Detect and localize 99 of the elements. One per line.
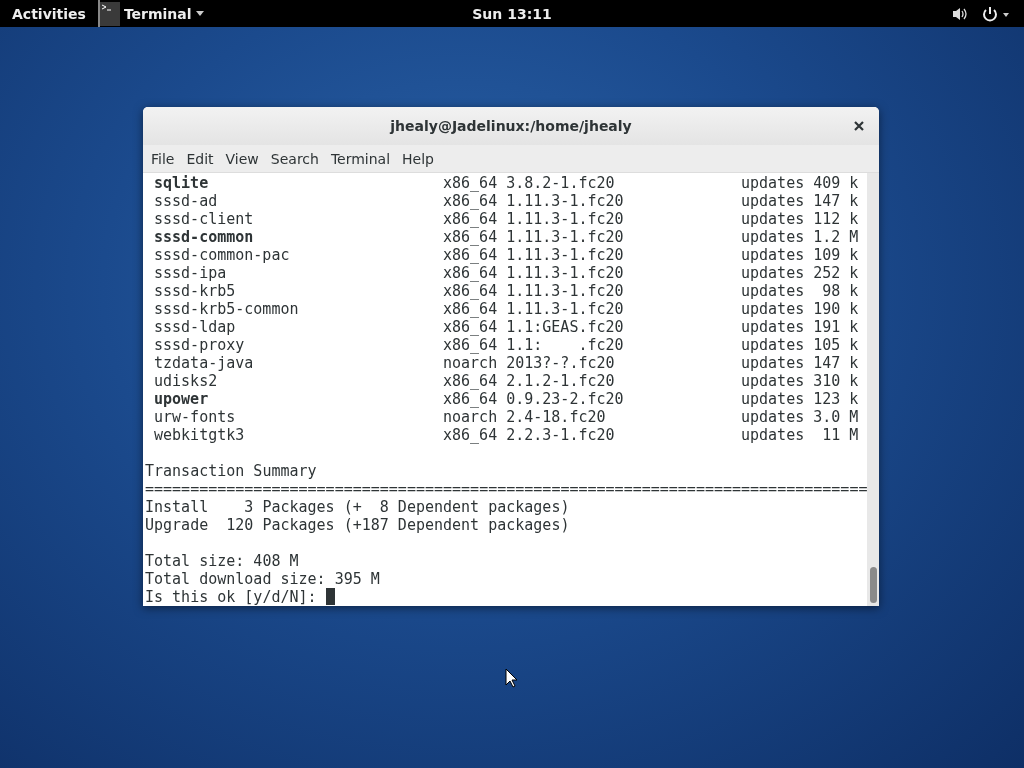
- menu-item[interactable]: File: [145, 150, 181, 167]
- package-arch: x86_64: [443, 318, 499, 336]
- package-arch: x86_64: [443, 282, 499, 300]
- package-name: tzdata-java: [154, 354, 255, 372]
- package-arch: x86_64: [443, 192, 499, 210]
- package-name: sssd-client: [154, 210, 255, 228]
- package-size: 147 k: [813, 192, 859, 210]
- package-repo: updates: [741, 246, 806, 264]
- package-size: 310 k: [813, 372, 859, 390]
- package-size: 147 k: [813, 354, 859, 372]
- package-arch: x86_64: [443, 300, 499, 318]
- caret-icon: [195, 10, 204, 17]
- package-repo: updates: [741, 264, 806, 282]
- package-version: 2013?-?.fc20: [506, 354, 616, 372]
- package-repo: updates: [741, 282, 806, 300]
- package-repo: updates: [741, 354, 806, 372]
- package-version: 2.4-18.fc20: [506, 408, 607, 426]
- scrollbar[interactable]: [867, 173, 879, 606]
- summary-title: Transaction Summary: [145, 462, 318, 480]
- package-size: 11 M: [821, 426, 859, 444]
- menu-item[interactable]: Help: [396, 150, 440, 167]
- size-line: Total download size: 395 M: [145, 570, 381, 588]
- package-repo: updates: [741, 192, 806, 210]
- menu-item[interactable]: Search: [264, 150, 325, 167]
- power-icon[interactable]: [982, 5, 1010, 22]
- package-version: 2.2.3-1.fc20: [506, 426, 616, 444]
- package-arch: x86_64: [443, 174, 499, 192]
- menu-item[interactable]: Edit: [180, 150, 220, 167]
- package-size: 191 k: [813, 318, 859, 336]
- package-repo: updates: [741, 426, 806, 444]
- prompt-text: Is this ok [y/d/N]:: [145, 588, 318, 606]
- package-name: sssd-common: [154, 228, 255, 246]
- activities-button[interactable]: Activities: [0, 5, 98, 22]
- mouse-pointer-icon: [505, 668, 518, 688]
- package-repo: updates: [741, 318, 806, 336]
- package-version: 1.1: .fc20: [506, 336, 625, 354]
- package-name: upower: [154, 390, 210, 408]
- package-repo: updates: [741, 372, 806, 390]
- package-name: sssd-krb5-common: [154, 300, 300, 318]
- package-name: sssd-common-pac: [154, 246, 291, 264]
- package-version: 1.11.3-1.fc20: [506, 246, 625, 264]
- package-version: 1.11.3-1.fc20: [506, 264, 625, 282]
- package-version: 1.11.3-1.fc20: [506, 300, 625, 318]
- package-arch: x86_64: [443, 264, 499, 282]
- package-version: 1.1:GEAS.fc20: [506, 318, 625, 336]
- package-repo: updates: [741, 228, 806, 246]
- window-title: jhealy@Jadelinux:/home/jhealy: [390, 118, 632, 134]
- package-version: 1.11.3-1.fc20: [506, 282, 625, 300]
- scrollbar-thumb[interactable]: [869, 567, 877, 603]
- package-version: 1.11.3-1.fc20: [506, 228, 625, 246]
- size-line: Total size: 408 M: [145, 552, 300, 570]
- package-arch: x86_64: [443, 210, 499, 228]
- package-arch: x86_64: [443, 246, 499, 264]
- package-name: webkitgtk3: [154, 426, 246, 444]
- package-size: 123 k: [813, 390, 859, 408]
- package-arch: noarch: [443, 408, 499, 426]
- package-name: urw-fonts: [154, 408, 237, 426]
- package-version: 0.9.23-2.fc20: [506, 390, 625, 408]
- package-size: 105 k: [813, 336, 859, 354]
- clock[interactable]: Sun 13:11: [472, 5, 552, 22]
- package-size: 252 k: [813, 264, 859, 282]
- package-name: sssd-ad: [154, 192, 219, 210]
- package-version: 1.11.3-1.fc20: [506, 192, 625, 210]
- package-size: 98 k: [821, 282, 859, 300]
- package-arch: x86_64: [443, 372, 499, 390]
- volume-icon[interactable]: [952, 6, 968, 21]
- summary-line: Upgrade 120 Packages (+187 Dependent packages): [145, 516, 571, 534]
- package-repo: updates: [741, 336, 806, 354]
- package-name: sqlite: [154, 174, 210, 192]
- package-repo: updates: [741, 210, 806, 228]
- package-size: 1.2 M: [813, 228, 859, 246]
- package-arch: x86_64: [443, 390, 499, 408]
- menu-item[interactable]: View: [219, 150, 265, 167]
- summary-line: Install 3 Packages (+ 8 Dependent packages): [145, 498, 571, 516]
- package-name: sssd-ldap: [154, 318, 237, 336]
- package-size: 112 k: [813, 210, 859, 228]
- package-repo: updates: [741, 300, 806, 318]
- package-repo: updates: [741, 390, 806, 408]
- terminal-icon: [99, 1, 120, 26]
- package-size: 409 k: [813, 174, 859, 192]
- package-repo: updates: [741, 174, 806, 192]
- package-size: 109 k: [813, 246, 859, 264]
- package-repo: updates: [741, 408, 806, 426]
- package-size: 190 k: [813, 300, 859, 318]
- package-arch: x86_64: [443, 228, 499, 246]
- separator-line: ================================================================================: [145, 480, 868, 498]
- package-name: sssd-krb5: [154, 282, 237, 300]
- package-arch: x86_64: [443, 426, 499, 444]
- package-version: 3.8.2-1.fc20: [506, 174, 616, 192]
- package-arch: x86_64: [443, 336, 499, 354]
- menu-item[interactable]: Terminal: [324, 150, 397, 167]
- package-size: 3.0 M: [813, 408, 859, 426]
- package-arch: noarch: [443, 354, 499, 372]
- text-cursor: [325, 588, 335, 605]
- package-version: 1.11.3-1.fc20: [506, 210, 625, 228]
- package-version: 2.1.2-1.fc20: [506, 372, 616, 390]
- package-name: sssd-proxy: [154, 336, 246, 354]
- package-name: sssd-ipa: [154, 264, 228, 282]
- package-name: udisks2: [154, 372, 219, 390]
